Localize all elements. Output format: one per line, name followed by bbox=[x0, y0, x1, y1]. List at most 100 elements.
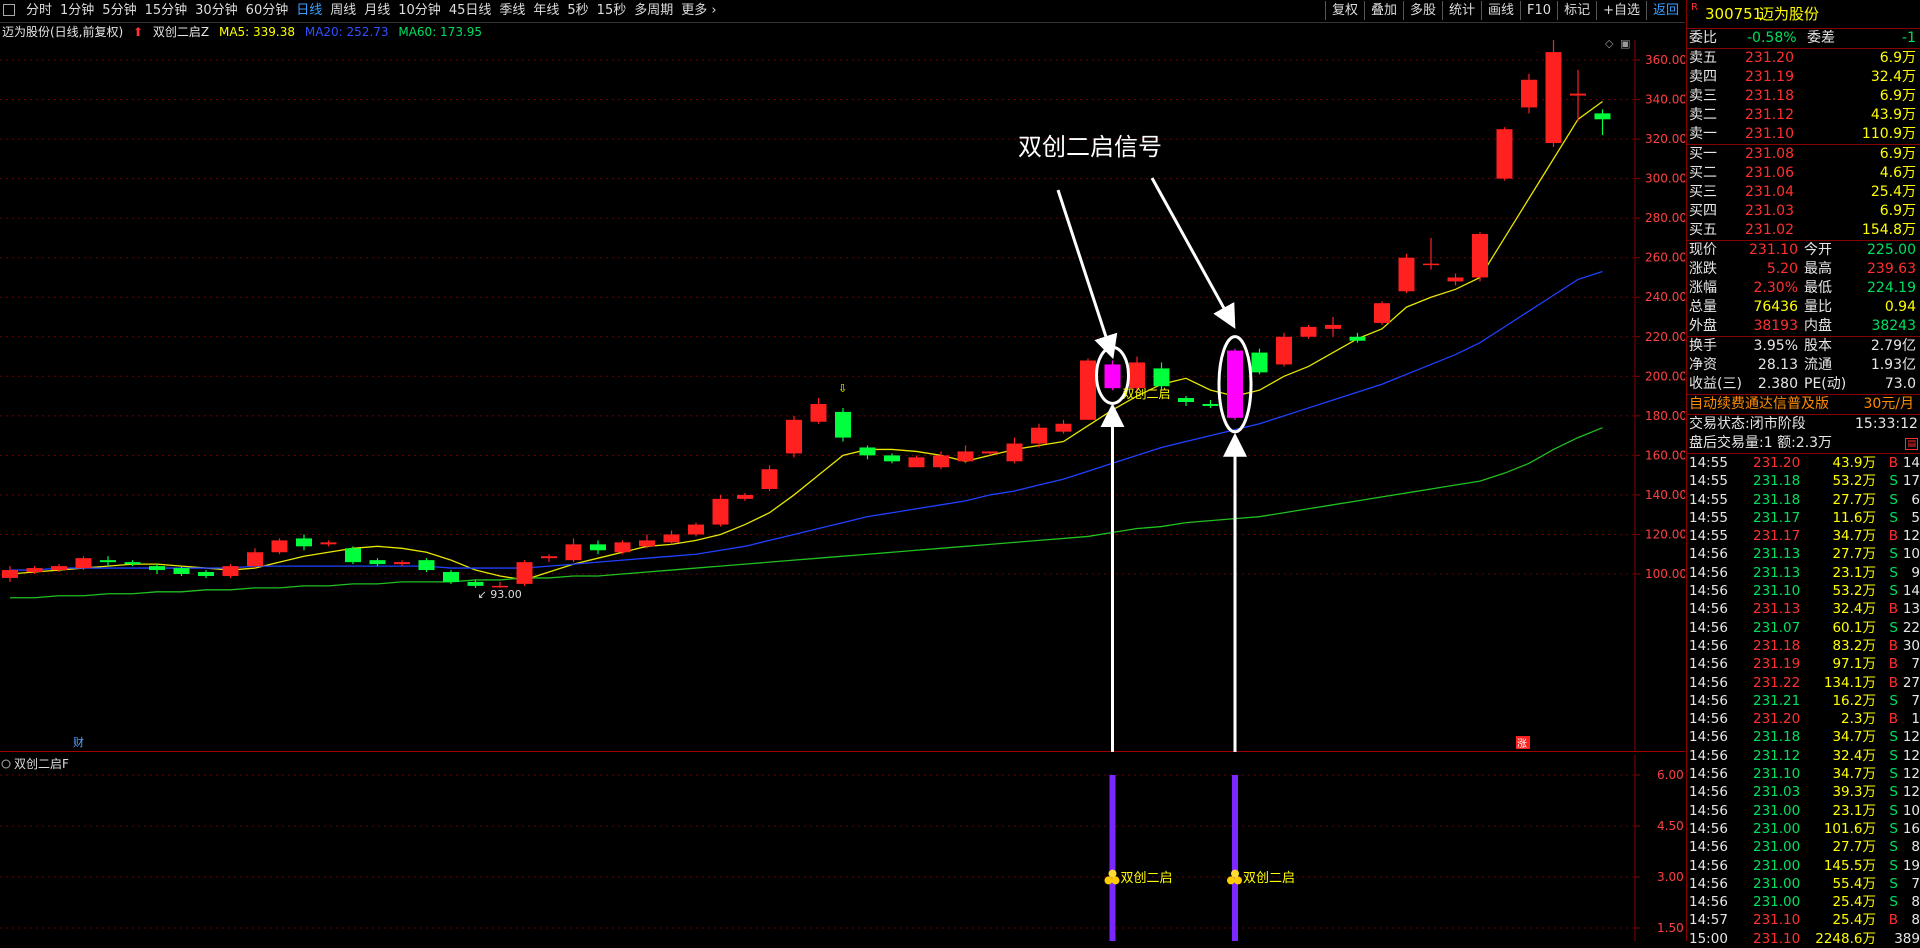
bid-row: 买五 231.02 154.8万 bbox=[1687, 221, 1920, 240]
period-tab-9[interactable]: 10分钟 bbox=[394, 3, 445, 19]
candle-body bbox=[1153, 368, 1170, 387]
cai-marker[interactable]: 财 bbox=[73, 735, 84, 749]
tick-cell: S bbox=[1889, 729, 1898, 746]
tick-cell: 32.4万 bbox=[1832, 601, 1876, 618]
candle bbox=[1496, 127, 1513, 181]
tick-row: 14:56 231.12 32.4万 S 12 bbox=[1687, 747, 1920, 765]
tick-cell: 53.2万 bbox=[1832, 583, 1876, 600]
tick-cell: 231.13 bbox=[1753, 601, 1801, 618]
tick-cell: B bbox=[1888, 637, 1898, 654]
tool-button-6[interactable]: 标记 bbox=[1557, 1, 1596, 20]
window-icon[interactable]: ▣ bbox=[1620, 40, 1630, 50]
sub-indicator-chart[interactable]: 双创二启F 1.50 3.00 4.50 6.00 双创二启 双创二启 bbox=[0, 755, 1685, 941]
candle-body bbox=[614, 542, 631, 553]
candle bbox=[394, 560, 410, 567]
tick-cell: 23.1万 bbox=[1832, 564, 1876, 581]
period-tab-10[interactable]: 45日线 bbox=[445, 3, 496, 19]
menu-icon[interactable] bbox=[3, 4, 15, 16]
candle-body bbox=[1104, 364, 1121, 389]
tool-button-7[interactable]: +自选 bbox=[1596, 1, 1646, 20]
candle-body bbox=[100, 560, 116, 563]
period-tab-8[interactable]: 月线 bbox=[360, 3, 394, 19]
diamond-icon[interactable]: ◇ bbox=[1605, 40, 1614, 50]
ask-price: 231.20 bbox=[1745, 50, 1794, 66]
period-tab-4[interactable]: 30分钟 bbox=[191, 3, 242, 19]
tool-button-0[interactable]: 复权 bbox=[1324, 1, 1364, 20]
weibi-pct: -0.58% bbox=[1747, 30, 1797, 46]
annotation-arrow bbox=[1056, 189, 1118, 360]
candle-body bbox=[1300, 326, 1317, 337]
candle-body bbox=[835, 411, 851, 438]
tool-button-4[interactable]: 画线 bbox=[1481, 1, 1520, 20]
stat-label: 收益(三) bbox=[1689, 376, 1742, 392]
tick-cell: 7 bbox=[1911, 692, 1920, 709]
candle-body bbox=[1398, 257, 1415, 292]
tick-cell: 16.2万 bbox=[1832, 692, 1876, 709]
ad-row[interactable]: 自动续费通达信普及版 30元/月 bbox=[1687, 395, 1920, 414]
sub-signal-label: 双创二启 bbox=[1243, 871, 1295, 886]
stat-value: 76436 bbox=[1753, 299, 1798, 315]
y-axis: 100.00 120.00 140.00 160.00 180.00 200.00 220.… bbox=[1635, 53, 1685, 581]
signal-coin-icon bbox=[1227, 876, 1235, 885]
tool-button-5[interactable]: F10 bbox=[1520, 1, 1557, 20]
tick-cell: 231.10 bbox=[1753, 583, 1801, 600]
tick-cell: 27.7万 bbox=[1832, 546, 1876, 563]
period-tab-3[interactable]: 15分钟 bbox=[141, 3, 192, 19]
period-tab-13[interactable]: 5秒 bbox=[563, 3, 592, 19]
sub-chart-name[interactable]: 双创二启F bbox=[14, 757, 69, 771]
indicator-name[interactable]: 双创二启Z bbox=[153, 25, 209, 39]
zhang-marker[interactable]: 涨 bbox=[1517, 738, 1527, 750]
tool-button-1[interactable]: 叠加 bbox=[1363, 1, 1403, 20]
candle bbox=[1594, 109, 1611, 136]
period-tab-12[interactable]: 年线 bbox=[529, 3, 563, 19]
tool-button-3[interactable]: 统计 bbox=[1442, 1, 1481, 20]
candle bbox=[1227, 348, 1243, 420]
period-tab-1[interactable]: 1分钟 bbox=[56, 3, 98, 19]
tool-button-8[interactable]: 返回 bbox=[1645, 1, 1685, 20]
stat-label: 净资 bbox=[1689, 357, 1717, 373]
ad-price[interactable]: 30元/月 bbox=[1863, 395, 1914, 414]
ad-text[interactable]: 自动续费通达信普及版 bbox=[1689, 395, 1829, 414]
period-tab-15[interactable]: 多周期 bbox=[630, 3, 677, 19]
tick-cell: 231.03 bbox=[1753, 784, 1801, 801]
tick-cell: B bbox=[1888, 912, 1898, 929]
tick-cell: 14:55 bbox=[1689, 473, 1728, 490]
tick-row: 14:56 231.00 25.4万 S 8 bbox=[1687, 893, 1920, 911]
weibi-label: 委比 bbox=[1689, 30, 1717, 46]
period-tab-16[interactable]: 更多 › bbox=[677, 3, 720, 19]
tick-cell: S bbox=[1889, 784, 1898, 801]
candle-body bbox=[1227, 350, 1243, 418]
candle-body bbox=[149, 566, 165, 571]
stat-label: 换手 bbox=[1689, 338, 1717, 354]
candle-body bbox=[908, 457, 925, 468]
bid-label: 买三 bbox=[1689, 184, 1717, 200]
period-tab-6[interactable]: 日线 bbox=[292, 3, 326, 19]
stat-label: 流通 bbox=[1804, 357, 1832, 373]
tool-button-2[interactable]: 多股 bbox=[1402, 1, 1442, 20]
period-tab-11[interactable]: 季线 bbox=[495, 3, 529, 19]
tick-cell: 231.10 bbox=[1753, 930, 1801, 947]
after-hours: 盘后交易量:1 额:2.3万 bbox=[1689, 435, 1833, 451]
tick-cell: 7 bbox=[1911, 875, 1920, 892]
period-tab-5[interactable]: 60分钟 bbox=[242, 3, 293, 19]
period-tab-14[interactable]: 15秒 bbox=[593, 3, 631, 19]
period-tab-2[interactable]: 5分钟 bbox=[98, 3, 140, 19]
tick-cell: 14:56 bbox=[1689, 619, 1728, 636]
expand-icon[interactable]: ▤ bbox=[1905, 438, 1918, 450]
candle bbox=[1055, 419, 1072, 434]
tick-cell: 22 bbox=[1902, 619, 1920, 636]
ask-label: 卖三 bbox=[1689, 88, 1717, 104]
stat-label: 外盘 bbox=[1689, 318, 1717, 334]
ask-price: 231.10 bbox=[1745, 126, 1794, 142]
candlestick-chart[interactable]: 100.00 120.00 140.00 160.00 180.00 200.00 220.… bbox=[0, 40, 1685, 752]
candle bbox=[1423, 237, 1439, 270]
signal-bar bbox=[1232, 775, 1238, 941]
period-tab-7[interactable]: 周线 bbox=[326, 3, 360, 19]
y-tick-label: 260.00 bbox=[1645, 251, 1685, 265]
tick-cell: 15:00 bbox=[1689, 930, 1728, 947]
tick-list[interactable]: 14:55 231.20 43.9万 B 14 14:55 231.18 53.2万 S 17 14… bbox=[1687, 454, 1920, 948]
tick-cell: 12 bbox=[1902, 747, 1920, 764]
period-tab-0[interactable]: 分时 bbox=[22, 3, 56, 19]
collapse-icon[interactable] bbox=[1, 759, 11, 769]
bid-label: 买一 bbox=[1689, 146, 1717, 162]
